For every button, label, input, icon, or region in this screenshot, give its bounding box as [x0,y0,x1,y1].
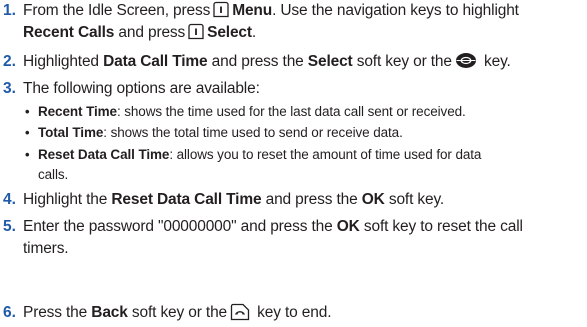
left-soft-key-icon [213,1,229,18]
step-3: 3. The following options are available: [0,78,587,100]
step-6: 6. Press the Back soft key or the key to… [0,302,587,326]
step-number: 3. [3,80,16,97]
step-text: Enter the password "00000000" and press … [23,218,523,257]
step-2: 2. Highlighted Data Call Time and press … [0,51,587,73]
step-text: Highlighted Data Call Time and press the… [23,52,511,70]
step-text: Highlight the Reset Data Call Time and p… [23,191,445,208]
step-number: 4. [3,191,16,208]
step-number: 2. [3,53,16,70]
navigation-key-icon [455,52,477,69]
step-text: Press the Back soft key or the key to en… [23,302,332,322]
step-1: 1. From the Idle Screen, press Menu. Use … [0,0,587,44]
step-5: 5. Enter the password "00000000" and pre… [0,216,587,260]
step-text: The following options are available: [23,80,260,97]
instruction-list: 1. From the Idle Screen, press Menu. Use … [0,0,587,327]
bullet-item: • Total Time: shows the total time used … [25,125,403,140]
end-key-icon [230,302,250,322]
left-soft-key-icon [188,23,204,40]
bullet-item: • Recent Time: shows the time used for t… [25,104,466,119]
bullet-item: • Reset Data Call Time: allows you to re… [25,147,482,182]
step-number: 5. [3,218,16,235]
step-4: 4. Highlight the Reset Data Call Time an… [0,189,587,211]
step-text: From the Idle Screen, press Menu. Use the… [23,1,519,41]
step-number: 1. [3,2,16,19]
step-number: 6. [3,304,16,321]
